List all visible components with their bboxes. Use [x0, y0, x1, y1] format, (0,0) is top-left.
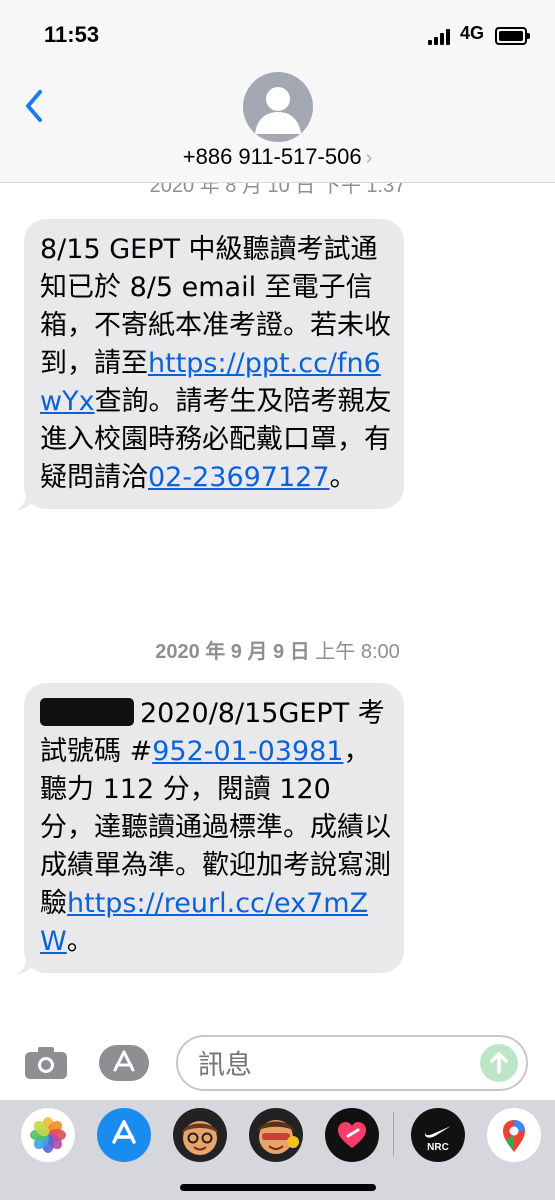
message-list[interactable]: 2020 年 8 月 10 日 下午 1:37 8/15 GEPT 中級聽讀考試… [0, 183, 555, 1025]
map-pin-icon [503, 1120, 525, 1152]
send-button[interactable] [480, 1044, 518, 1082]
app-drawer: NRC [0, 1100, 555, 1200]
exam-number-link[interactable]: 952-01-03981 [152, 736, 343, 767]
message-bubble[interactable]: 2020/8/15GEPT 考試號碼 #952-01-03981，聽力 112 … [16, 683, 404, 975]
arrow-up-icon [490, 1052, 508, 1074]
memoji-icon [182, 1121, 218, 1155]
photos-app-button[interactable] [21, 1108, 75, 1162]
contact-number: +886 911-517-506 [182, 144, 362, 169]
camera-button[interactable] [24, 1046, 68, 1080]
message-timestamp: 2020 年 9 月 9 日 上午 8:00 [0, 635, 555, 664]
redacted-text [40, 698, 134, 726]
contact-avatar[interactable] [243, 72, 313, 142]
digital-touch-app-button[interactable] [325, 1108, 379, 1162]
chevron-left-icon [26, 90, 42, 122]
nrc-label: NRC [427, 1142, 449, 1153]
message-text: 。 [66, 926, 94, 957]
app-store-button[interactable] [98, 1044, 150, 1082]
camera-icon [25, 1047, 67, 1079]
contact-name-button[interactable]: +886 911-517-506 › [0, 144, 555, 170]
back-button[interactable] [20, 86, 52, 126]
cellular-signal-icon [428, 29, 454, 45]
memoji-stickers-icon [257, 1120, 299, 1154]
app-store-app-button[interactable] [97, 1108, 151, 1162]
message-input[interactable] [196, 1045, 470, 1085]
chevron-right-icon: › [365, 147, 373, 169]
battery-icon [495, 27, 530, 45]
message-input-bar [0, 1030, 555, 1100]
message-timestamp-partial: 2020 年 8 月 10 日 下午 1:37 [149, 183, 406, 197]
network-type: 4G [460, 23, 485, 43]
status-time: 11:53 [44, 22, 100, 47]
phone-number-link[interactable]: 02-23697127 [148, 462, 330, 493]
memoji-stickers-app-button[interactable] [249, 1108, 303, 1162]
conversation-header: +886 911-517-506 › [0, 70, 555, 183]
message-input-field[interactable] [176, 1035, 528, 1091]
app-store-icon [112, 1120, 136, 1144]
person-icon [255, 87, 301, 134]
message-bubble[interactable]: 8/15 GEPT 中級聽讀考試通知已於 8/5 email 至電子信箱，不寄紙… [16, 219, 404, 511]
drawer-divider [393, 1112, 394, 1156]
app-store-icon [99, 1045, 149, 1081]
nike-swoosh-icon: NRC [424, 1126, 451, 1153]
photos-icon [30, 1117, 66, 1153]
status-bar: 11:53 4G [0, 0, 555, 70]
timestamp-time: 上午 8:00 [315, 641, 400, 663]
heart-icon [338, 1122, 366, 1148]
memoji-app-button[interactable] [173, 1108, 227, 1162]
timestamp-date: 2020 年 9 月 9 日 [155, 641, 310, 663]
bubble-tail [16, 955, 38, 975]
google-maps-app-button[interactable] [487, 1108, 541, 1162]
home-indicator[interactable] [180, 1184, 376, 1191]
nrc-app-button[interactable]: NRC [411, 1108, 465, 1162]
bubble-tail [16, 491, 38, 511]
message-text: 。 [329, 462, 357, 493]
